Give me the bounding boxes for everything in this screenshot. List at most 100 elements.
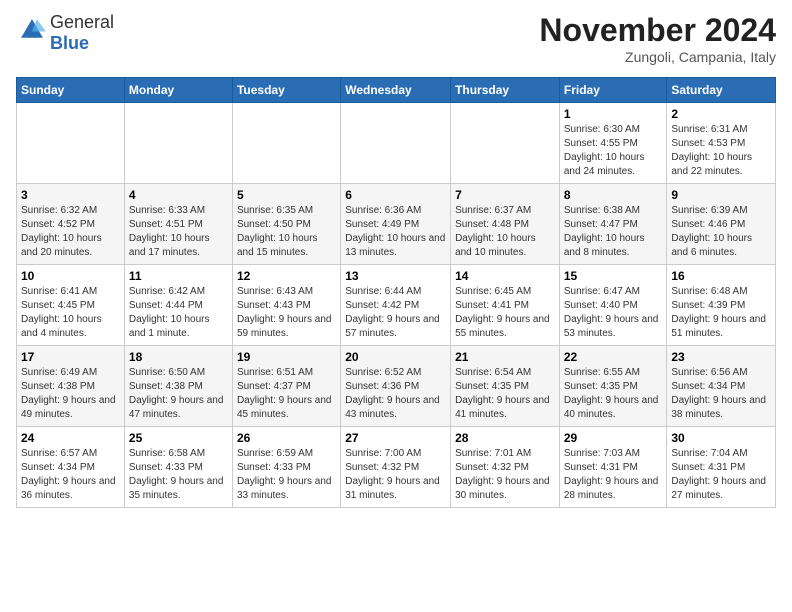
calendar-week-3: 10Sunrise: 6:41 AM Sunset: 4:45 PM Dayli…: [17, 265, 776, 346]
calendar-cell: 26 Sunrise: 6:59 AM Sunset: 4:33 PM Dayli…: [232, 427, 340, 508]
calendar-cell: 19Sunrise: 6:51 AM Sunset: 4:37 PM Dayli…: [232, 346, 340, 427]
calendar-header-row: SundayMondayTuesdayWednesdayThursdayFrid…: [17, 78, 776, 103]
day-number: 1: [564, 107, 663, 121]
calendar-cell: [124, 103, 232, 184]
day-number: 11: [129, 269, 228, 283]
day-info: Sunrise: 6:39 AM Sunset: 4:46 PM Dayligh…: [671, 204, 771, 260]
calendar-cell: 1 Sunrise: 6:30 AM Sunset: 4:55 PM Daylig…: [559, 103, 667, 184]
day-number: 23: [671, 350, 771, 364]
logo-general-text: General: [50, 12, 114, 32]
day-info: Sunrise: 6:33 AM Sunset: 4:51 PM Dayligh…: [129, 204, 228, 260]
day-info: Sunrise: 6:45 AM Sunset: 4:41 PM Dayligh…: [455, 285, 555, 341]
logo-blue-text: Blue: [50, 33, 89, 53]
calendar-cell: 6 Sunrise: 6:36 AM Sunset: 4:49 PM Daylig…: [341, 184, 451, 265]
calendar-cell: 29 Sunrise: 7:03 AM Sunset: 4:31 PM Dayli…: [559, 427, 667, 508]
day-header-tuesday: Tuesday: [232, 78, 340, 103]
day-number: 15: [564, 269, 663, 283]
day-info: Sunrise: 7:00 AM Sunset: 4:32 PM Dayligh…: [345, 447, 446, 503]
calendar-cell: 17Sunrise: 6:49 AM Sunset: 4:38 PM Dayli…: [17, 346, 125, 427]
day-header-wednesday: Wednesday: [341, 78, 451, 103]
calendar-cell: 4Sunrise: 6:33 AM Sunset: 4:51 PM Daylig…: [124, 184, 232, 265]
day-info: Sunrise: 6:32 AM Sunset: 4:52 PM Dayligh…: [21, 204, 120, 260]
calendar-cell: 9 Sunrise: 6:39 AM Sunset: 4:46 PM Daylig…: [667, 184, 776, 265]
day-number: 28: [455, 431, 555, 445]
day-info: Sunrise: 6:47 AM Sunset: 4:40 PM Dayligh…: [564, 285, 663, 341]
page-container: General Blue November 2024 Zungoli, Camp…: [0, 0, 792, 516]
day-info: Sunrise: 6:43 AM Sunset: 4:43 PM Dayligh…: [237, 285, 336, 341]
day-header-sunday: Sunday: [17, 78, 125, 103]
calendar-cell: 7Sunrise: 6:37 AM Sunset: 4:48 PM Daylig…: [451, 184, 560, 265]
calendar-cell: 11 Sunrise: 6:42 AM Sunset: 4:44 PM Dayli…: [124, 265, 232, 346]
day-info: Sunrise: 6:30 AM Sunset: 4:55 PM Dayligh…: [564, 123, 663, 179]
day-number: 29: [564, 431, 663, 445]
calendar-week-1: 1 Sunrise: 6:30 AM Sunset: 4:55 PM Daylig…: [17, 103, 776, 184]
day-number: 24: [21, 431, 120, 445]
day-number: 22: [564, 350, 663, 364]
day-number: 27: [345, 431, 446, 445]
day-info: Sunrise: 6:59 AM Sunset: 4:33 PM Dayligh…: [237, 447, 336, 503]
day-info: Sunrise: 6:56 AM Sunset: 4:34 PM Dayligh…: [671, 366, 771, 422]
day-number: 8: [564, 188, 663, 202]
day-header-monday: Monday: [124, 78, 232, 103]
calendar-cell: 8 Sunrise: 6:38 AM Sunset: 4:47 PM Daylig…: [559, 184, 667, 265]
calendar-cell: 10Sunrise: 6:41 AM Sunset: 4:45 PM Dayli…: [17, 265, 125, 346]
calendar-cell: 30Sunrise: 7:04 AM Sunset: 4:31 PM Dayli…: [667, 427, 776, 508]
day-info: Sunrise: 6:31 AM Sunset: 4:53 PM Dayligh…: [671, 123, 771, 179]
day-header-saturday: Saturday: [667, 78, 776, 103]
logo: General Blue: [16, 12, 114, 53]
calendar-cell: 3 Sunrise: 6:32 AM Sunset: 4:52 PM Daylig…: [17, 184, 125, 265]
day-info: Sunrise: 6:36 AM Sunset: 4:49 PM Dayligh…: [345, 204, 446, 260]
day-info: Sunrise: 6:44 AM Sunset: 4:42 PM Dayligh…: [345, 285, 446, 341]
calendar-week-2: 3 Sunrise: 6:32 AM Sunset: 4:52 PM Daylig…: [17, 184, 776, 265]
calendar-cell: 25Sunrise: 6:58 AM Sunset: 4:33 PM Dayli…: [124, 427, 232, 508]
day-info: Sunrise: 6:48 AM Sunset: 4:39 PM Dayligh…: [671, 285, 771, 341]
calendar-cell: [341, 103, 451, 184]
day-number: 6: [345, 188, 446, 202]
day-number: 9: [671, 188, 771, 202]
calendar-cell: 15 Sunrise: 6:47 AM Sunset: 4:40 PM Dayli…: [559, 265, 667, 346]
day-info: Sunrise: 6:38 AM Sunset: 4:47 PM Dayligh…: [564, 204, 663, 260]
day-info: Sunrise: 7:04 AM Sunset: 4:31 PM Dayligh…: [671, 447, 771, 503]
day-info: Sunrise: 6:54 AM Sunset: 4:35 PM Dayligh…: [455, 366, 555, 422]
day-number: 25: [129, 431, 228, 445]
day-number: 7: [455, 188, 555, 202]
calendar-cell: 21 Sunrise: 6:54 AM Sunset: 4:35 PM Dayli…: [451, 346, 560, 427]
day-number: 21: [455, 350, 555, 364]
day-number: 16: [671, 269, 771, 283]
header: General Blue November 2024 Zungoli, Camp…: [16, 12, 776, 65]
calendar-cell: 13 Sunrise: 6:44 AM Sunset: 4:42 PM Dayli…: [341, 265, 451, 346]
calendar-week-5: 24 Sunrise: 6:57 AM Sunset: 4:34 PM Dayli…: [17, 427, 776, 508]
day-number: 12: [237, 269, 336, 283]
month-year-title: November 2024: [539, 12, 776, 49]
calendar-cell: 12 Sunrise: 6:43 AM Sunset: 4:43 PM Dayli…: [232, 265, 340, 346]
calendar-cell: 14 Sunrise: 6:45 AM Sunset: 4:41 PM Dayli…: [451, 265, 560, 346]
calendar-cell: [17, 103, 125, 184]
calendar-cell: 2Sunrise: 6:31 AM Sunset: 4:53 PM Daylig…: [667, 103, 776, 184]
day-number: 19: [237, 350, 336, 364]
calendar-cell: 28 Sunrise: 7:01 AM Sunset: 4:32 PM Dayli…: [451, 427, 560, 508]
day-info: Sunrise: 6:35 AM Sunset: 4:50 PM Dayligh…: [237, 204, 336, 260]
day-header-thursday: Thursday: [451, 78, 560, 103]
day-info: Sunrise: 7:01 AM Sunset: 4:32 PM Dayligh…: [455, 447, 555, 503]
day-info: Sunrise: 6:42 AM Sunset: 4:44 PM Dayligh…: [129, 285, 228, 341]
day-info: Sunrise: 7:03 AM Sunset: 4:31 PM Dayligh…: [564, 447, 663, 503]
calendar-cell: 27 Sunrise: 7:00 AM Sunset: 4:32 PM Dayli…: [341, 427, 451, 508]
calendar-week-4: 17Sunrise: 6:49 AM Sunset: 4:38 PM Dayli…: [17, 346, 776, 427]
logo-icon: [18, 16, 46, 44]
calendar-cell: 23 Sunrise: 6:56 AM Sunset: 4:34 PM Dayli…: [667, 346, 776, 427]
day-info: Sunrise: 6:57 AM Sunset: 4:34 PM Dayligh…: [21, 447, 120, 503]
calendar-cell: 24 Sunrise: 6:57 AM Sunset: 4:34 PM Dayli…: [17, 427, 125, 508]
location-text: Zungoli, Campania, Italy: [539, 49, 776, 65]
day-number: 26: [237, 431, 336, 445]
calendar-cell: [232, 103, 340, 184]
title-block: November 2024 Zungoli, Campania, Italy: [539, 12, 776, 65]
day-header-friday: Friday: [559, 78, 667, 103]
calendar-cell: 16 Sunrise: 6:48 AM Sunset: 4:39 PM Dayli…: [667, 265, 776, 346]
day-number: 13: [345, 269, 446, 283]
day-number: 3: [21, 188, 120, 202]
day-number: 14: [455, 269, 555, 283]
day-info: Sunrise: 6:50 AM Sunset: 4:38 PM Dayligh…: [129, 366, 228, 422]
calendar-cell: 22Sunrise: 6:55 AM Sunset: 4:35 PM Dayli…: [559, 346, 667, 427]
calendar-cell: [451, 103, 560, 184]
day-info: Sunrise: 6:52 AM Sunset: 4:36 PM Dayligh…: [345, 366, 446, 422]
